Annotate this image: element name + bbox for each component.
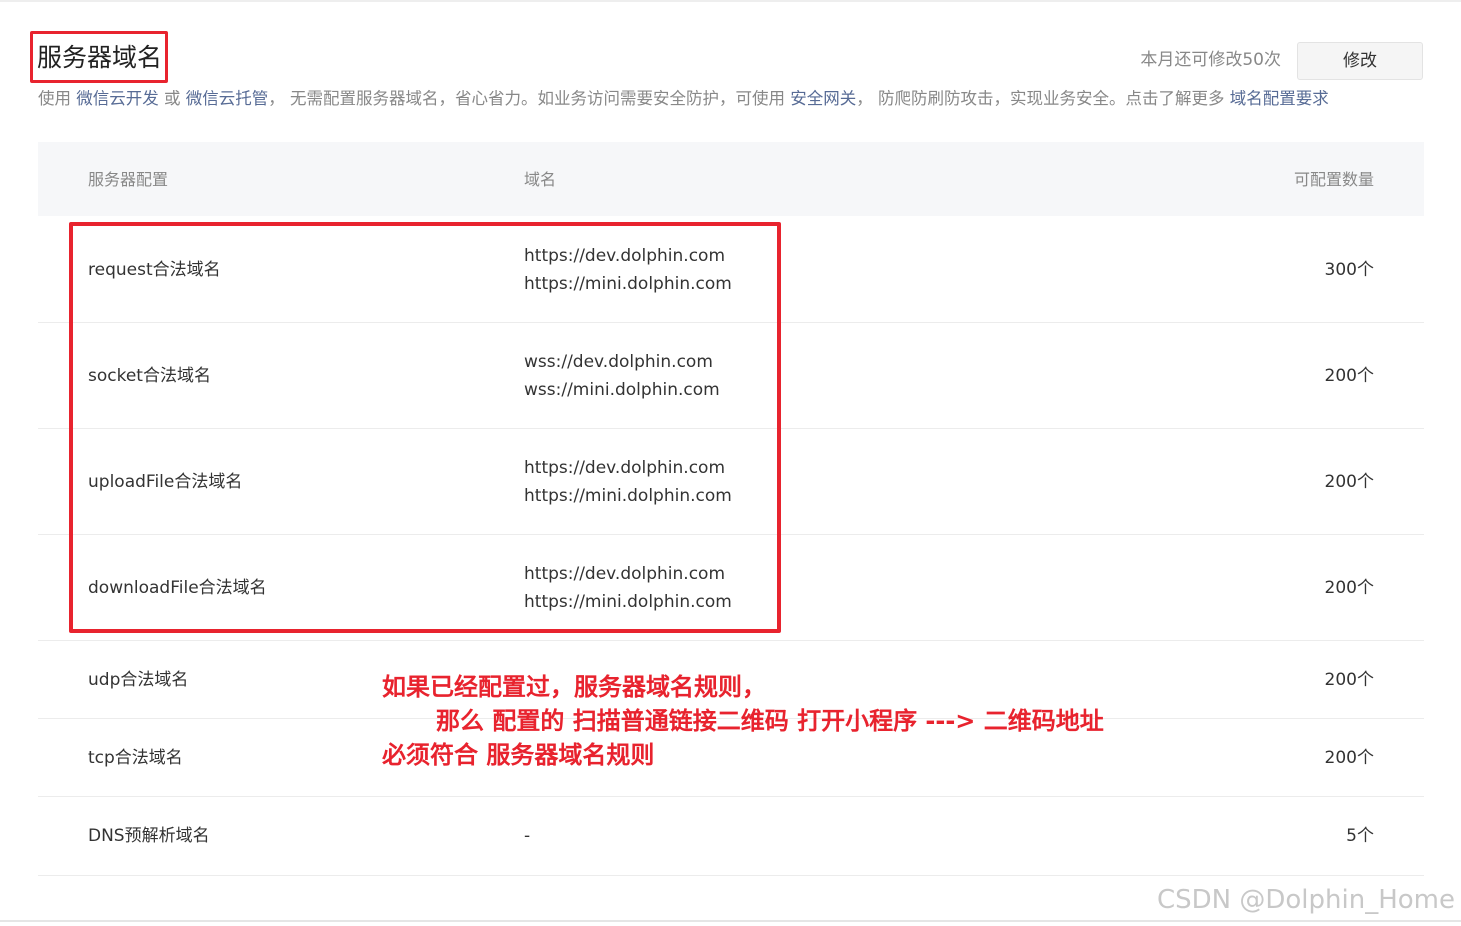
column-header-config: 服务器配置 — [88, 170, 169, 189]
row-count: 200个 — [1324, 748, 1374, 768]
link-wechat-cloud-dev[interactable]: 微信云开发 — [76, 89, 159, 108]
quota-text: 本月还可修改50次 — [1140, 50, 1281, 70]
row-name: udp合法域名 — [88, 670, 189, 690]
row-name: tcp合法域名 — [88, 748, 183, 768]
description-text: 使用 — [38, 89, 77, 108]
page-title: 服务器域名 — [37, 43, 163, 72]
bottom-divider — [0, 920, 1461, 922]
row-count: 300个 — [1324, 260, 1374, 280]
row-name: DNS预解析域名 — [88, 826, 210, 846]
link-domain-requirements[interactable]: 域名配置要求 — [1230, 89, 1329, 108]
top-divider — [0, 0, 1461, 2]
row-domains: - — [524, 822, 530, 850]
annotation-line-1: 如果已经配置过，服务器域名规则， — [382, 673, 766, 701]
domain-entry: - — [524, 826, 531, 846]
column-header-domain: 域名 — [524, 170, 557, 189]
row-count: 200个 — [1324, 578, 1374, 598]
row-count: 5个 — [1346, 826, 1374, 846]
table-header: 服务器配置 域名 可配置数量 — [38, 142, 1424, 216]
description-text: ， 防爬防刷防攻击，实现业务安全。点击了解更多 — [856, 89, 1230, 108]
row-count: 200个 — [1324, 366, 1374, 386]
annotation-line-3: 必须符合 服务器域名规则 — [382, 741, 655, 769]
domains-highlight-box — [69, 222, 781, 633]
row-count: 200个 — [1324, 472, 1374, 492]
description-text: ， 无需配置服务器域名，省心省力。如业务访问需要安全防护，可使用 — [268, 89, 791, 108]
annotation-line-2: 那么 配置的 扫描普通链接二维码 打开小程序 ---> 二维码地址 — [436, 707, 1104, 735]
description-text: 或 — [158, 89, 186, 108]
watermark: CSDN @Dolphin_Home — [1156, 885, 1455, 915]
row-count: 200个 — [1324, 670, 1374, 690]
link-wechat-cloud-hosting[interactable]: 微信云托管 — [186, 89, 269, 108]
table-row: DNS预解析域名 - 5个 — [38, 797, 1424, 876]
link-security-gateway[interactable]: 安全网关 — [790, 89, 856, 108]
page: 服务器域名 本月还可修改50次 修改 使用 微信云开发 或 微信云托管， 无需配… — [0, 0, 1461, 926]
column-header-count: 可配置数量 — [1293, 170, 1374, 189]
description: 使用 微信云开发 或 微信云托管， 无需配置服务器域名，省心省力。如业务访问需要… — [38, 86, 1329, 112]
modify-button[interactable]: 修改 — [1297, 42, 1423, 80]
